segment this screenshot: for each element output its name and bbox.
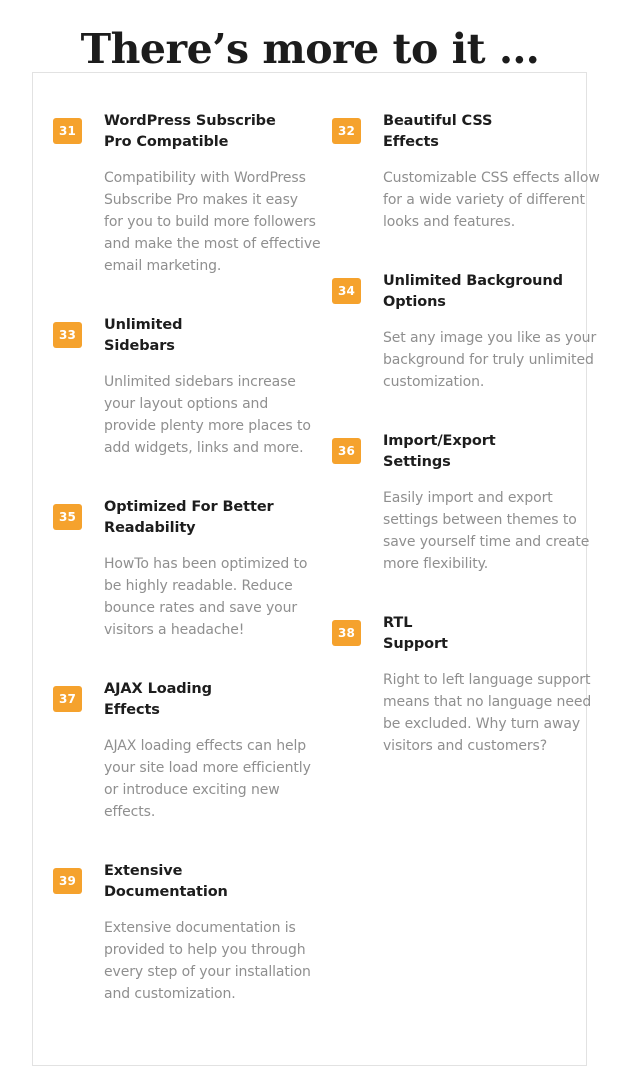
features-right-column: 32 Beautiful CSS Effects Customizable CS… (332, 73, 600, 757)
feature-item-33: 33 Unlimited Sidebars Unlimited sidebars… (53, 277, 321, 459)
feature-number-badge: 33 (53, 322, 82, 348)
features-left-column: 31 WordPress Subscribe Pro Compatible Co… (53, 73, 321, 1005)
feature-title: Optimized For Better Readability (104, 499, 274, 536)
feature-item-34: 34 Unlimited Background Options Set any … (332, 233, 600, 393)
feature-description: Unlimited sidebars increase your layout … (104, 374, 311, 456)
feature-description: Compatibility with WordPress Subscribe P… (104, 170, 321, 274)
feature-title: WordPress Subscribe Pro Compatible (104, 113, 276, 150)
feature-description: Customizable CSS effects allow for a wid… (383, 170, 600, 230)
feature-number-badge: 31 (53, 118, 82, 144)
feature-title: RTL Support (383, 615, 448, 652)
feature-description: AJAX loading effects can help your site … (104, 738, 311, 820)
feature-title: Unlimited Sidebars (104, 317, 183, 354)
feature-number-badge: 34 (332, 278, 361, 304)
feature-title: Unlimited Background Options (383, 273, 563, 310)
feature-item-36: 36 Import/Export Settings Easily import … (332, 393, 600, 575)
feature-number-badge: 36 (332, 438, 361, 464)
feature-item-35: 35 Optimized For Better Readability HowT… (53, 459, 321, 641)
feature-list-page: There’s more to it … 31 WordPress Subscr… (0, 0, 620, 1071)
features-panel: 31 WordPress Subscribe Pro Compatible Co… (32, 72, 600, 1067)
feature-item-32: 32 Beautiful CSS Effects Customizable CS… (332, 73, 600, 233)
feature-description: Extensive documentation is provided to h… (104, 920, 311, 1002)
feature-item-31: 31 WordPress Subscribe Pro Compatible Co… (53, 73, 321, 277)
feature-number-badge: 32 (332, 118, 361, 144)
feature-item-37: 37 AJAX Loading Effects AJAX loading eff… (53, 641, 321, 823)
feature-description: Set any image you like as your backgroun… (383, 330, 597, 390)
feature-title: AJAX Loading Effects (104, 681, 212, 718)
features-columns: 31 WordPress Subscribe Pro Compatible Co… (33, 73, 600, 1067)
feature-number-badge: 37 (53, 686, 82, 712)
feature-item-38: 38 RTL Support Right to left language su… (332, 575, 600, 757)
feature-description: HowTo has been optimized to be highly re… (104, 556, 308, 638)
feature-number-badge: 35 (53, 504, 82, 530)
feature-description: Easily import and export settings betwee… (383, 490, 590, 572)
page-title: There’s more to it … (80, 25, 540, 74)
feature-title: Import/Export Settings (383, 433, 496, 470)
feature-title: Beautiful CSS Effects (383, 113, 493, 150)
feature-number-badge: 39 (53, 868, 82, 894)
feature-number-badge: 38 (332, 620, 361, 646)
feature-item-39: 39 Extensive Documentation Extensive doc… (53, 823, 321, 1005)
feature-title: Extensive Documentation (104, 863, 228, 900)
feature-description: Right to left language support means tha… (383, 672, 592, 754)
